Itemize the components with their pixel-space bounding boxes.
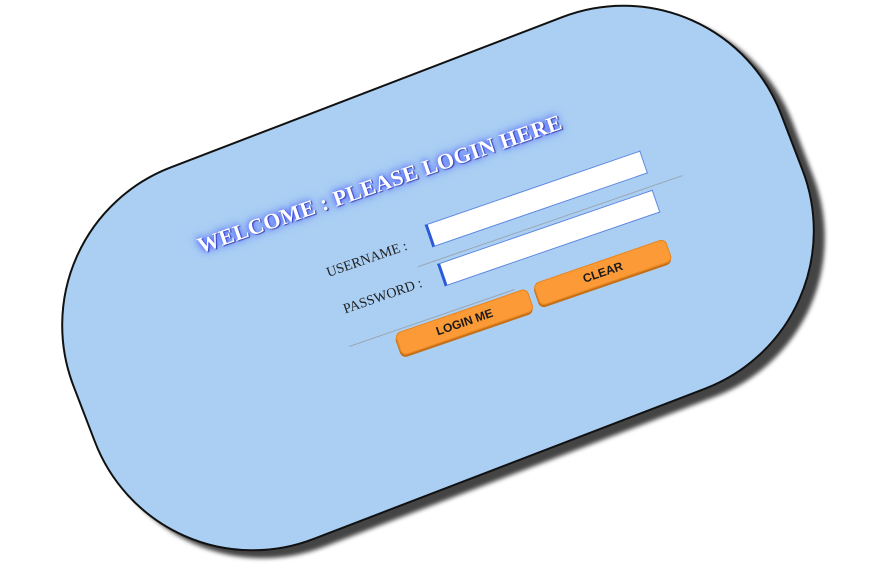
page: WELCOME : PLEASE LOGIN HERE USERNAME : P…: [0, 0, 869, 588]
login-form: WELCOME : PLEASE LOGIN HERE USERNAME : P…: [0, 0, 869, 588]
login-form-content: WELCOME : PLEASE LOGIN HERE USERNAME : P…: [194, 0, 771, 406]
username-label: USERNAME :: [324, 239, 410, 281]
password-label: PASSWORD :: [341, 276, 425, 318]
